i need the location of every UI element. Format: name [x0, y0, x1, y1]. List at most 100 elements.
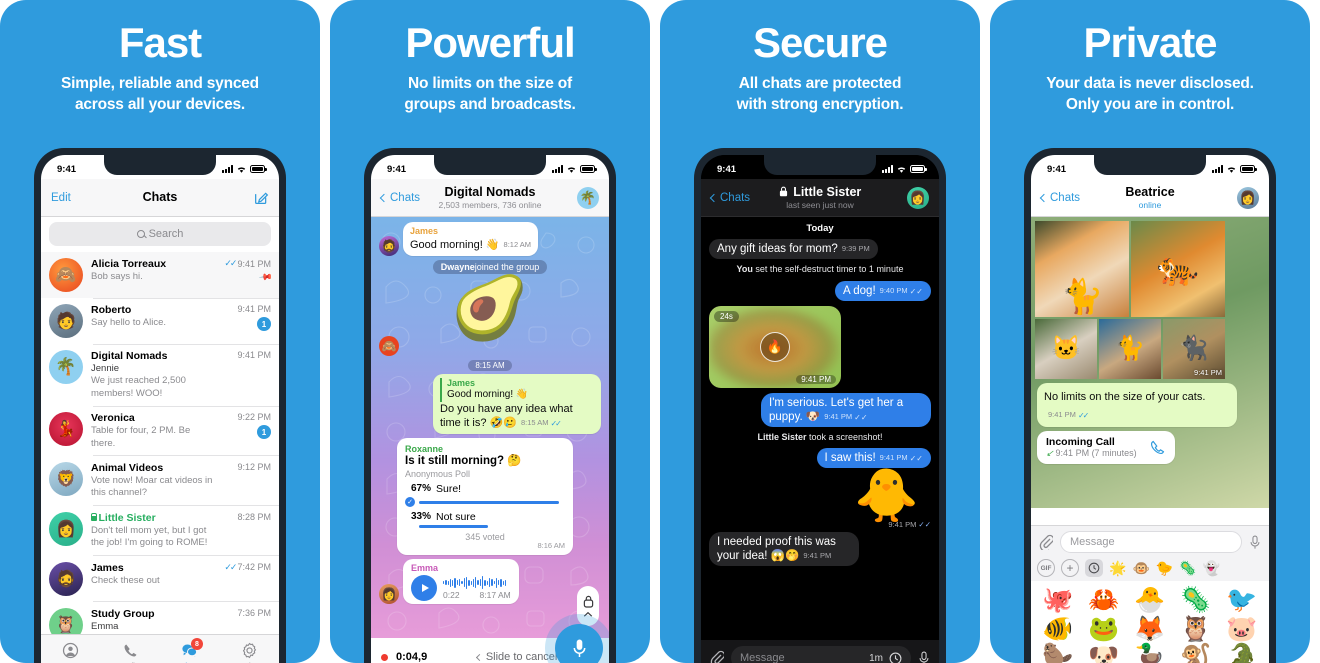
panel-title: Fast — [118, 19, 202, 66]
avatar[interactable]: 👩 — [379, 583, 399, 604]
sticker-message[interactable]: 🥑 — [379, 277, 601, 340]
sticker-message[interactable]: 🐥 9:41 PM ✓✓ — [709, 470, 931, 529]
panel-secure: Secure All chats are protected with stro… — [660, 0, 980, 663]
chat-list[interactable]: 🙈 Alicia Torreaux Bob says hi. ✓✓ 9:41 PM… — [41, 252, 279, 648]
table-row[interactable]: 🦁 Animal Videos Vote now! Moar cat video… — [41, 456, 279, 506]
back-button[interactable]: Chats — [1039, 192, 1080, 204]
voice-player[interactable]: 0:22 8:17 AM — [411, 574, 511, 601]
day-separator: Today — [806, 223, 834, 234]
group-avatar[interactable]: 🌴 — [577, 186, 599, 209]
voice-message-bubble[interactable]: Emma 0:22 8:17 AM — [403, 558, 519, 604]
recent-stickers-tab[interactable] — [1085, 559, 1103, 578]
paperclip-icon[interactable] — [1039, 534, 1053, 551]
sticker-item[interactable]: 🐷 — [1220, 615, 1264, 642]
self-destruct-timer: 24s — [714, 310, 739, 322]
nav-bar: Edit Chats — [41, 179, 279, 217]
tab-calls[interactable]: Calls — [101, 635, 161, 663]
record-elapsed: 0:04,9 — [396, 651, 428, 663]
poll-card[interactable]: Roxanne Is it still morning? 🤔 Anonymous… — [397, 438, 573, 555]
message-bubble[interactable]: No limits on the size of your cats. 9:41 … — [1037, 382, 1237, 427]
sticker-item[interactable]: 🐣 — [1128, 587, 1172, 614]
gif-tab[interactable]: GIF — [1037, 559, 1055, 578]
photo-ginger-cat[interactable]: 🐈 — [1035, 221, 1130, 317]
tab-chats[interactable]: 8 Chats — [160, 635, 220, 663]
message-bubble[interactable]: A dog! 9:40 PM ✓✓ — [835, 280, 931, 301]
sticker-item[interactable]: 🐸 — [1082, 615, 1126, 642]
message-input[interactable]: Message 1m — [731, 646, 911, 663]
contacts-icon — [63, 642, 79, 658]
record-lock-indicator[interactable] — [577, 586, 599, 626]
poll-option[interactable]: 67% Sure! — [405, 483, 565, 495]
self-destruct-media[interactable]: 24s 🔥 9:41 PM — [709, 305, 931, 388]
search-input[interactable]: Search — [49, 222, 271, 246]
contact-avatar[interactable]: 👩 — [1237, 186, 1259, 209]
poll-option[interactable]: 33% Not sure — [405, 511, 565, 523]
incoming-call-bubble[interactable]: Incoming Call ↙ 9:41 PM (7 minutes) — [1037, 430, 1175, 464]
sticker-item[interactable]: 🦆 — [1128, 643, 1172, 663]
message-bubble[interactable]: James Good morning! 👋 8:12 AM — [403, 222, 539, 256]
sticker-pack-tab[interactable]: 🦠 — [1179, 561, 1196, 575]
sticker-pack-tab[interactable]: 🌟 — [1109, 561, 1126, 575]
sticker-pack-tab[interactable]: 🐵 — [1132, 561, 1149, 575]
compose-icon[interactable] — [254, 190, 269, 205]
play-button[interactable] — [411, 574, 437, 601]
sticker-item[interactable]: 🐙 — [1036, 587, 1080, 614]
mic-icon[interactable] — [918, 651, 930, 663]
table-row[interactable]: 💃 Veronica Table for four, 2 PM. Be ther… — [41, 406, 279, 456]
mic-icon[interactable] — [1249, 535, 1261, 550]
sticker-item[interactable]: 🦫 — [1036, 643, 1080, 663]
photo-tabby-kitten[interactable]: 🐈‍⬛ 9:41 PM — [1162, 318, 1225, 379]
media-album[interactable]: 🐈 🐅 🐱 🐈 🐈‍⬛ 9:41 PM — [1031, 217, 1269, 383]
photo-fluffy-cat[interactable]: 🐱 — [1035, 318, 1098, 379]
table-row[interactable]: 🙈 Alicia Torreaux Bob says hi. ✓✓ 9:41 PM… — [41, 252, 279, 298]
sticker-item[interactable]: 🦠 — [1174, 587, 1218, 614]
self-destruct-photo[interactable]: 24s 🔥 9:41 PM — [709, 305, 841, 388]
tab-settings[interactable]: Settings — [220, 635, 280, 663]
poll-percent: 67% — [410, 483, 431, 495]
contact-avatar[interactable]: 👩 — [907, 186, 929, 209]
photo-grid[interactable]: 🐈 🐅 🐱 🐈 🐈‍⬛ 9:41 PM — [1035, 221, 1225, 379]
phone-call-icon[interactable] — [1149, 439, 1166, 456]
table-row[interactable]: 🧔 James Check these out ✓✓ 7:42 PM — [41, 556, 279, 602]
avatar: 🧑 — [49, 304, 83, 338]
sticker-pack-tab[interactable]: 👻 — [1203, 561, 1220, 575]
message-time: 8:12 AM — [503, 239, 532, 249]
sticker-item[interactable]: 🐶 — [1082, 643, 1126, 663]
sticker-item[interactable]: 🐠 — [1036, 615, 1080, 642]
sticker-item[interactable]: 🐒 — [1174, 643, 1218, 663]
read-ticks-icon: ✓✓ — [224, 258, 237, 268]
avatar[interactable]: 🙈 — [379, 335, 399, 356]
chat-body: Animal Videos Vote now! Moar cat videos … — [83, 462, 217, 500]
chat-body: Alicia Torreaux Bob says hi. — [83, 258, 217, 292]
table-row[interactable]: 👩 Little Sister Don't tell mom yet, but … — [41, 506, 279, 556]
phone-screen: 9:41 Chats Little Sister last seen just … — [701, 155, 939, 663]
tab-contacts[interactable]: Contacts — [41, 635, 101, 663]
system-message: Little Sister took a screenshot! — [757, 431, 883, 442]
sticker-item[interactable]: 🦀 — [1082, 587, 1126, 614]
edit-button[interactable]: Edit — [51, 192, 71, 204]
message-bubble[interactable]: I'm serious. Let's get her a puppy. 🐶 9:4… — [761, 392, 931, 427]
message-bubble[interactable]: I needed proof this was your idea! 😱🤭 9:4… — [709, 532, 859, 567]
chat-time: 9:22 PM — [237, 412, 271, 423]
add-stickers-tab[interactable]: + — [1061, 559, 1079, 578]
photo-tiger[interactable]: 🐅 — [1130, 221, 1225, 317]
back-button[interactable]: Chats — [379, 192, 420, 204]
sticker-item[interactable]: 🦉 — [1174, 615, 1218, 642]
sticker-pack-tab[interactable]: 🐤 — [1156, 561, 1173, 575]
message-bubble[interactable]: Any gift ideas for mom? 9:39 PM — [709, 239, 878, 259]
message-input[interactable]: Message — [1060, 531, 1242, 554]
table-row[interactable]: 🌴 Digital Nomads Jennie We just reached … — [41, 344, 279, 407]
sticker-item[interactable]: 🐦 — [1220, 587, 1264, 614]
message-bubble[interactable]: James Good morning! 👋 Do you have any id… — [433, 373, 601, 435]
clock-icon[interactable] — [889, 652, 902, 663]
sticker-item[interactable]: 🐊 — [1220, 643, 1264, 663]
avatar[interactable]: 🧔 — [379, 235, 399, 256]
table-row[interactable]: 🧑 Roberto Say hello to Alice. 9:41 PM 1 — [41, 298, 279, 344]
message-bubble[interactable]: I saw this! 9:41 PM ✓✓ — [816, 448, 931, 469]
chat-body: Roberto Say hello to Alice. — [83, 304, 217, 338]
paperclip-icon[interactable] — [710, 650, 724, 663]
sticker-item[interactable]: 🦊 — [1128, 615, 1172, 642]
photo-blue-cat[interactable]: 🐈 — [1098, 318, 1162, 379]
chat-time: 9:12 PM — [237, 461, 271, 472]
back-button[interactable]: Chats — [709, 192, 750, 204]
